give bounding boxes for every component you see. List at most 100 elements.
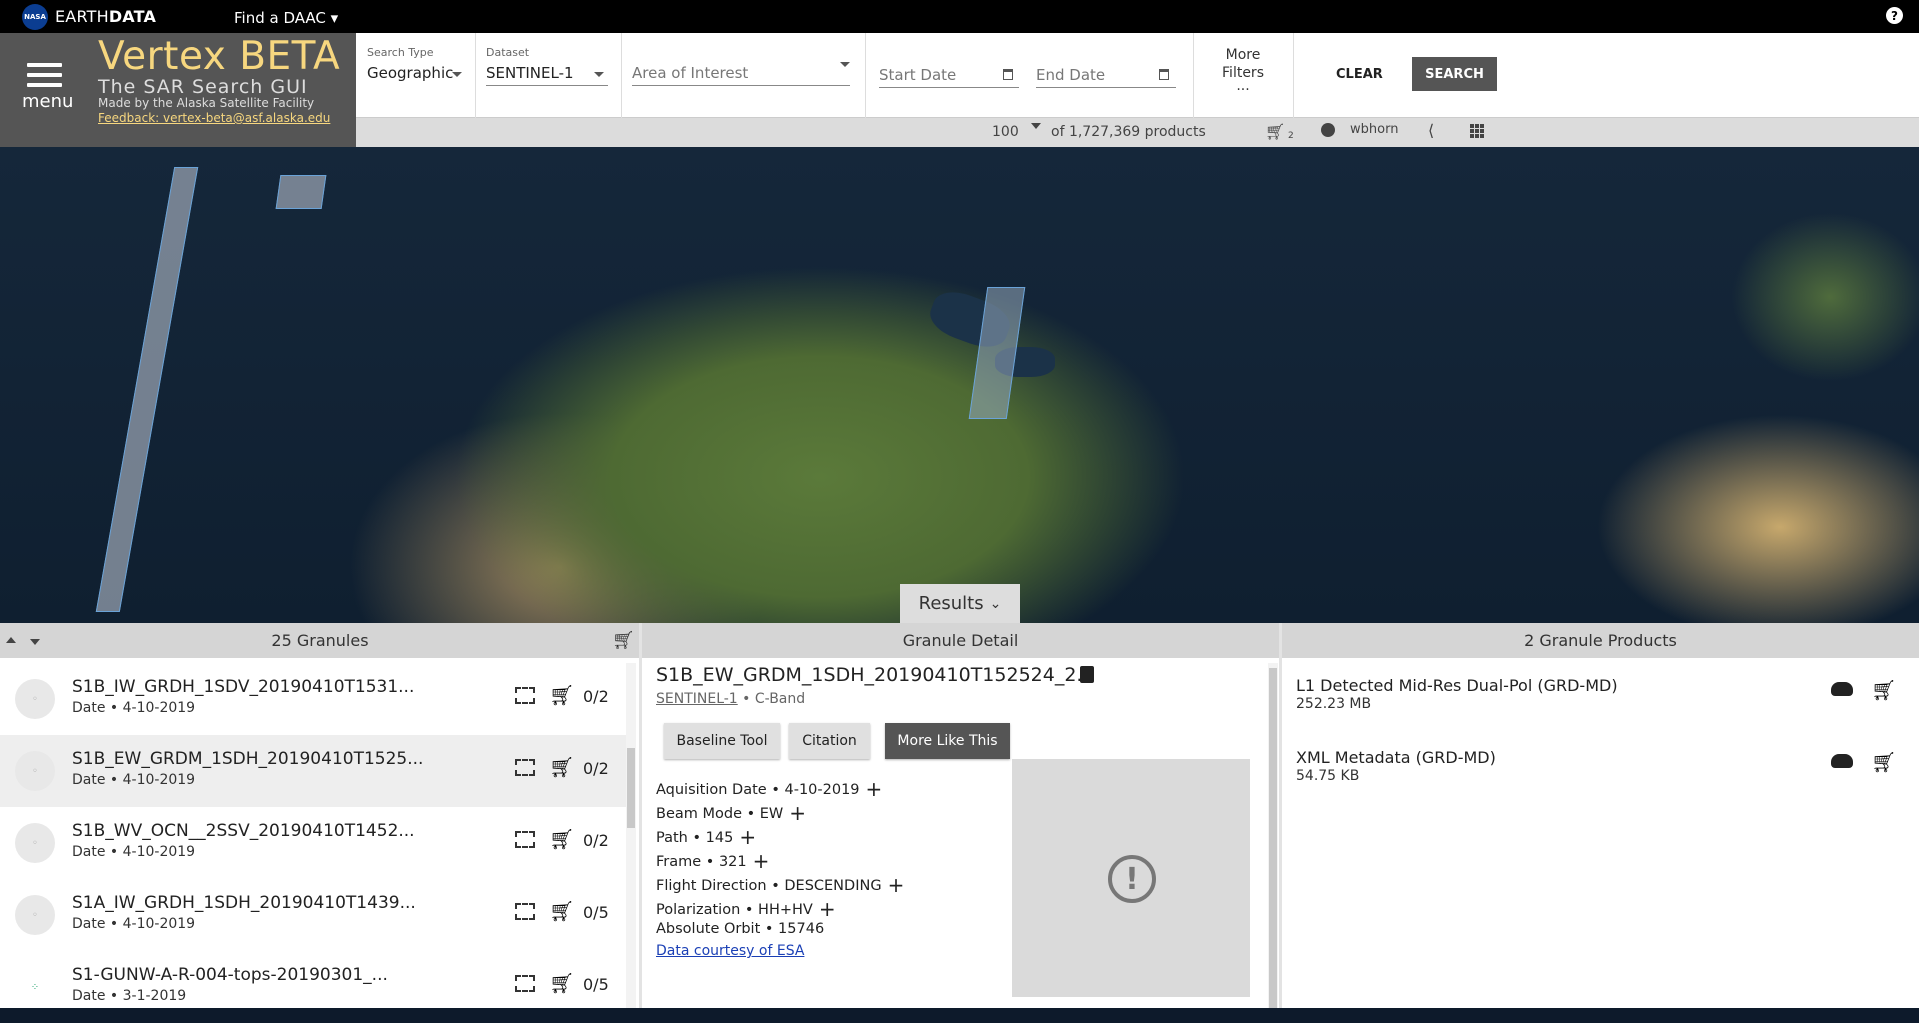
add-filter-plus-icon[interactable]: + <box>866 777 883 801</box>
granule-list-scrollbar[interactable] <box>626 663 636 1008</box>
dataset-link[interactable]: SENTINEL-1 <box>656 691 738 707</box>
clear-button[interactable]: CLEAR <box>1336 67 1383 82</box>
dataset-label: Dataset <box>486 46 530 59</box>
add-filter-plus-icon[interactable]: + <box>819 897 836 921</box>
download-cloud-icon[interactable] <box>1831 682 1853 696</box>
menu-label[interactable]: menu <box>22 91 73 112</box>
calendar-icon[interactable] <box>1159 69 1169 80</box>
copy-icon[interactable] <box>1080 666 1094 683</box>
earthdata-logo[interactable]: EARTHDATA <box>55 7 156 26</box>
zoom-to-footprint-icon[interactable] <box>515 903 535 920</box>
granule-list-item[interactable]: ◦ S1B_IW_GRDH_1SDV_20190410T1531... Date… <box>0 663 628 735</box>
sort-ascending-icon[interactable] <box>6 637 16 643</box>
granule-list-item-selected[interactable]: ◦ S1B_EW_GRDM_1SDH_20190410T1525... Date… <box>0 735 628 807</box>
end-date-field[interactable]: End Date <box>1036 66 1105 84</box>
add-to-cart-icon[interactable]: 🛒︎ <box>1871 678 1896 702</box>
granule-thumbnail: ◦ <box>15 895 55 935</box>
calendar-icon[interactable] <box>1003 69 1013 80</box>
granule-date: Date • 4-10-2019 <box>72 844 196 860</box>
granule-name: S1B_WV_OCN__2SSV_20190410T1452... <box>72 821 415 841</box>
add-filter-plus-icon[interactable]: + <box>753 849 770 873</box>
dataset-select[interactable]: Dataset SENTINEL-1 <box>476 33 622 118</box>
username[interactable]: wbhorn <box>1350 122 1398 137</box>
add-to-cart-icon[interactable]: 🛒︎ <box>1871 750 1896 774</box>
sort-descending-icon[interactable] <box>30 639 40 645</box>
add-to-cart-icon[interactable]: 🛒︎ <box>549 683 574 707</box>
results-toggle-tab[interactable]: Results ⌄ <box>900 584 1020 623</box>
add-filter-plus-icon[interactable]: + <box>739 825 756 849</box>
zoom-to-footprint-icon[interactable] <box>515 687 535 704</box>
share-icon[interactable]: ⟨ <box>1428 121 1434 140</box>
product-item: L1 Detected Mid-Res Dual-Pol (GRD-MD) 25… <box>1296 676 1906 736</box>
search-button[interactable]: SEARCH <box>1412 57 1497 91</box>
add-filter-plus-icon[interactable]: + <box>888 873 905 897</box>
zoom-to-footprint-icon[interactable] <box>515 831 535 848</box>
download-cloud-icon[interactable] <box>1831 754 1853 768</box>
data-courtesy-link[interactable]: Data courtesy of ESA <box>656 943 804 959</box>
granule-name: S1B_IW_GRDH_1SDV_20190410T1531... <box>72 677 415 697</box>
add-filter-plus-icon[interactable]: + <box>789 801 806 825</box>
map-view[interactable]: Results ⌄ <box>0 147 1919 623</box>
start-date-field[interactable]: Start Date <box>879 66 956 84</box>
search-type-value[interactable]: Geographic <box>367 64 453 82</box>
granule-list-item[interactable]: ◦ S1B_WV_OCN__2SSV_20190410T1452... Date… <box>0 807 628 879</box>
product-name: L1 Detected Mid-Res Dual-Pol (GRD-MD) <box>1296 676 1618 695</box>
granule-cart-count: 0/2 <box>583 687 609 706</box>
aoi-placeholder[interactable]: Area of Interest <box>632 64 748 82</box>
brand-header: menu Vertex BETA The SAR Search GUI Made… <box>0 33 356 147</box>
granule-footprint[interactable] <box>95 167 199 612</box>
chevron-down-icon[interactable] <box>594 72 604 77</box>
product-name: XML Metadata (GRD-MD) <box>1296 748 1496 767</box>
cart-icon[interactable]: 🛒︎ <box>1265 122 1285 141</box>
hamburger-menu-icon[interactable] <box>27 63 62 93</box>
browse-image-placeholder[interactable]: ! <box>1012 759 1250 997</box>
granule-list-item[interactable]: ◦ S1A_IW_GRDH_1SDH_20190410T1439... Date… <box>0 879 628 951</box>
add-to-cart-icon[interactable]: 🛒︎ <box>549 755 574 779</box>
granule-list-scroll-thumb[interactable] <box>627 748 635 828</box>
apps-grid-icon[interactable] <box>1470 124 1484 138</box>
search-type-select[interactable]: Search Type Geographic <box>356 33 476 118</box>
detail-scroll-thumb[interactable] <box>1269 668 1277 1008</box>
add-to-cart-icon[interactable]: 🛒︎ <box>549 899 574 923</box>
max-results-select[interactable]: 100 <box>992 124 1019 140</box>
granule-name: S1A_IW_GRDH_1SDH_20190410T1439... <box>72 893 416 913</box>
granule-name: S1-GUNW-A-R-004-tops-20190301_... <box>72 965 388 985</box>
frame-row: Frame • 321 + <box>656 849 770 873</box>
zoom-to-footprint-icon[interactable] <box>515 759 535 776</box>
product-size: 252.23 MB <box>1296 696 1372 712</box>
find-daac-menu[interactable]: Find a DAAC ▾ <box>234 9 338 27</box>
granule-cart-count: 0/2 <box>583 831 609 850</box>
granules-header: 25 Granules 🛒︎ <box>0 623 640 658</box>
citation-button[interactable]: Citation <box>789 723 870 759</box>
chevron-down-icon[interactable] <box>452 72 462 77</box>
more-filters-button[interactable]: More Filters ... <box>1212 46 1274 93</box>
total-products-count: of 1,727,369 products <box>1051 124 1206 140</box>
more-like-this-button[interactable]: More Like This <box>885 723 1010 759</box>
area-of-interest-field[interactable]: Area of Interest <box>622 33 866 118</box>
granule-footprint[interactable] <box>275 175 327 209</box>
add-all-to-cart-icon[interactable]: 🛒︎ <box>612 630 635 651</box>
made-by-text: Made by the Alaska Satellite Facility <box>98 96 315 110</box>
granule-products-header: 2 Granule Products <box>1282 623 1919 658</box>
feedback-link[interactable]: Feedback: vertex-beta@asf.alaska.edu <box>98 111 330 125</box>
add-to-cart-icon[interactable]: 🛒︎ <box>549 971 574 995</box>
add-to-cart-icon[interactable]: 🛒︎ <box>549 827 574 851</box>
granule-cart-count: 0/5 <box>583 903 609 922</box>
baseline-tool-button[interactable]: Baseline Tool <box>664 723 780 759</box>
granule-cart-count: 0/2 <box>583 759 609 778</box>
search-type-label: Search Type <box>367 46 434 59</box>
nasa-logo[interactable]: NASA <box>22 3 48 30</box>
chevron-down-icon[interactable] <box>840 62 850 67</box>
granule-dataset-line: SENTINEL-1 • C-Band <box>656 691 806 707</box>
chevron-down-icon[interactable] <box>1031 123 1041 129</box>
results-panels: 25 Granules 🛒︎ ◦ S1B_IW_GRDH_1SDV_201904… <box>0 623 1919 1008</box>
product-size: 54.75 KB <box>1296 768 1360 784</box>
date-range-group: Start Date End Date <box>866 33 1194 118</box>
account-icon[interactable] <box>1321 123 1335 137</box>
zoom-to-footprint-icon[interactable] <box>515 975 535 992</box>
granule-detail-title: S1B_EW_GRDM_1SDH_20190410T152524_2... <box>656 664 1095 686</box>
dataset-value[interactable]: SENTINEL-1 <box>486 64 574 82</box>
granule-date: Date • 4-10-2019 <box>72 772 196 788</box>
help-icon[interactable]: ? <box>1886 7 1903 24</box>
granule-list-item[interactable]: ⁘ S1-GUNW-A-R-004-tops-20190301_... Date… <box>0 951 628 1023</box>
